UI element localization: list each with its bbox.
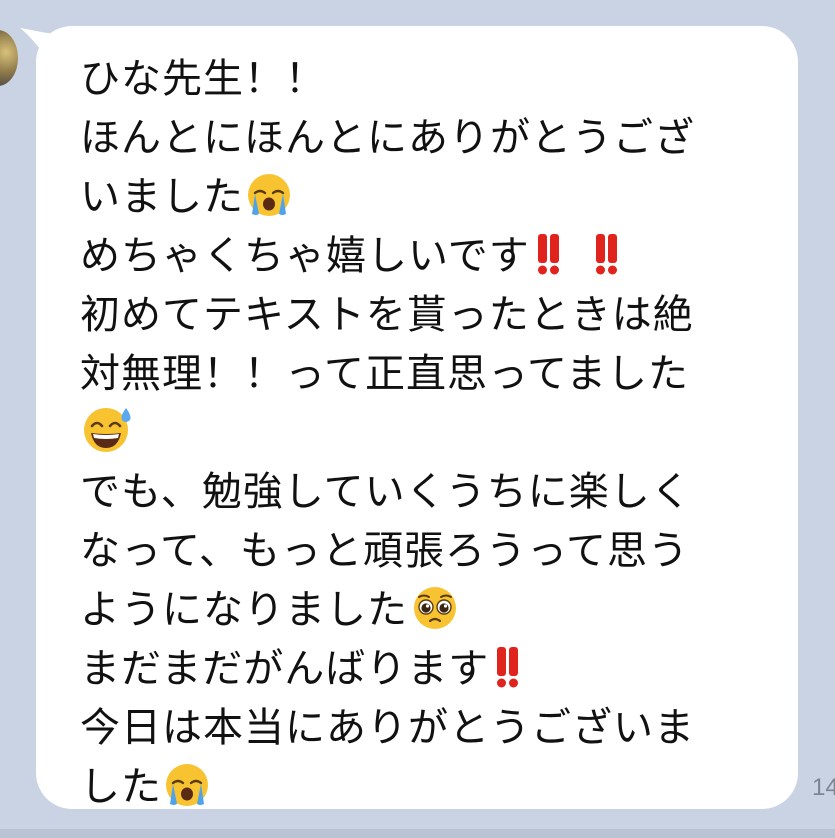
sender-avatar[interactable] [0, 30, 18, 86]
message-line: ほんとにほんとにありがとうござ [80, 115, 695, 161]
message-line-text: いました [80, 174, 244, 220]
message-line: 今日は本当にありがとうございま [80, 705, 695, 751]
message-line: 対無理！！って正直思ってました [80, 351, 689, 397]
message-line-text: めちゃくちゃ嬉しいです [80, 233, 530, 279]
double-exclamation-emoji [491, 644, 547, 707]
pleading-face-emoji [410, 585, 460, 648]
double-exclamation-emoji [590, 231, 646, 294]
message-line: ようになりました [80, 581, 770, 640]
message-line [80, 404, 770, 463]
message-line-text: ようになりました [80, 587, 408, 633]
message-line: 初めてテキストを貰ったときは絶 [80, 292, 694, 338]
message-timestamp: 14 [812, 774, 835, 801]
double-exclamation-emoji [532, 231, 588, 294]
message-line: した [80, 758, 770, 817]
message-line-text: まだまだがんばります [80, 646, 490, 692]
message-text: ひな先生！！ ほんとにほんとにありがとうござ いました めちゃくちゃ嬉しいです [80, 50, 770, 817]
message-line: いました [80, 168, 770, 227]
next-message-edge [0, 829, 835, 838]
message-line-text: した [80, 764, 162, 810]
loudly-crying-face-emoji [164, 762, 210, 825]
message-line: でも、勉強していくうちに楽しく [80, 469, 692, 515]
message-line: めちゃくちゃ嬉しいです [80, 227, 770, 286]
message-line: ひな先生！！ [80, 56, 326, 102]
message-line: なって、もっと頑張ろうって思う [80, 528, 689, 574]
grinning-sweat-face-emoji [80, 404, 138, 471]
loudly-crying-face-emoji [246, 172, 292, 235]
message-line: まだまだがんばります [80, 640, 770, 699]
